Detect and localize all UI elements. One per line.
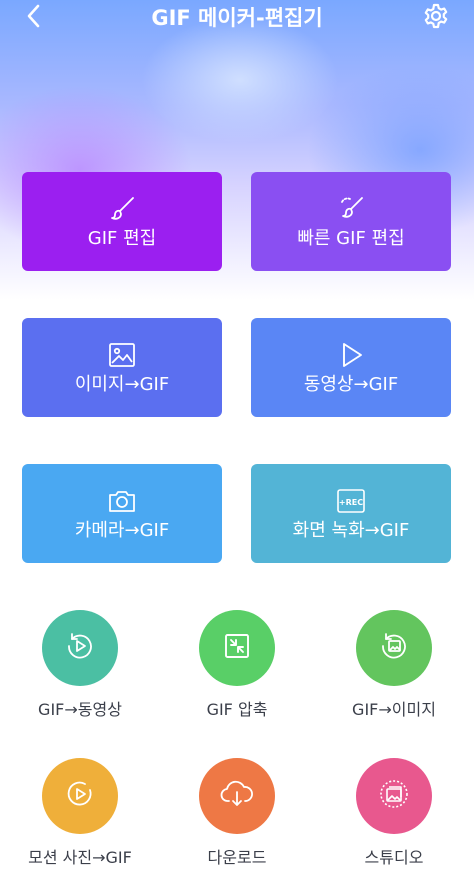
gif-to-video-tool[interactable]: GIF→동영상 [5, 610, 155, 720]
page-title: GIF 메이커-편집기 [151, 6, 323, 30]
replay-image-icon [377, 629, 411, 667]
image-to-gif-label: 이미지→GIF [74, 373, 170, 395]
replay-play-icon [63, 629, 97, 667]
fast-brush-icon [336, 194, 366, 224]
screen-record-to-gif-card[interactable]: +REC 화면 녹화→GIF [251, 464, 451, 563]
video-to-gif-label: 동영상→GIF [303, 373, 399, 395]
gif-to-image-label: GIF→이미지 [352, 700, 436, 719]
image-icon [107, 340, 137, 370]
gif-compress-tool[interactable]: GIF 압축 [162, 610, 312, 720]
gif-edit-card[interactable]: GIF 편집 [22, 172, 222, 271]
gif-edit-label: GIF 편집 [87, 227, 157, 249]
settings-button[interactable] [420, 2, 452, 34]
gif-to-image-tool[interactable]: GIF→이미지 [319, 610, 469, 720]
motion-photo-label: 모션 사진→GIF [28, 848, 132, 867]
top-bar: GIF 메이커-편집기 [0, 0, 474, 36]
motion-play-icon [63, 777, 97, 815]
video-to-gif-card[interactable]: 동영상→GIF [251, 318, 451, 417]
gallery-icon [377, 777, 411, 815]
gif-to-video-button[interactable] [42, 610, 118, 686]
download-tool[interactable]: 다운로드 [162, 758, 312, 868]
motion-photo-tool[interactable]: 모션 사진→GIF [5, 758, 155, 868]
motion-photo-button[interactable] [42, 758, 118, 834]
fast-gif-edit-label: 빠른 GIF 편집 [297, 227, 405, 249]
screen-record-to-gif-label: 화면 녹화→GIF [292, 519, 410, 541]
download-label: 다운로드 [207, 848, 267, 867]
camera-to-gif-label: 카메라→GIF [74, 519, 170, 541]
gif-to-image-button[interactable] [356, 610, 432, 686]
cloud-download-icon [219, 777, 255, 815]
studio-tool[interactable]: 스튜디오 [319, 758, 469, 868]
studio-label: 스튜디오 [364, 848, 424, 867]
rec-icon: +REC [336, 486, 366, 516]
play-icon [336, 340, 366, 370]
rec-icon-text: +REC [339, 498, 363, 507]
gif-compress-button[interactable] [199, 610, 275, 686]
image-to-gif-card[interactable]: 이미지→GIF [22, 318, 222, 417]
studio-button[interactable] [356, 758, 432, 834]
gif-compress-label: GIF 압축 [206, 700, 268, 719]
brush-icon [107, 194, 137, 224]
camera-icon [107, 486, 137, 516]
gear-icon [422, 2, 450, 34]
camera-to-gif-card[interactable]: 카메라→GIF [22, 464, 222, 563]
compress-icon [220, 629, 254, 667]
gif-to-video-label: GIF→동영상 [38, 700, 122, 719]
fast-gif-edit-card[interactable]: 빠른 GIF 편집 [251, 172, 451, 271]
download-button[interactable] [199, 758, 275, 834]
